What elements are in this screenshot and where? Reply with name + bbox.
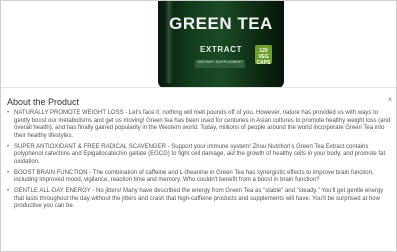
bullet-text: NATURALLY PROMOTE WEIGHT LOSS - Let's fa… <box>14 110 391 139</box>
bottle-label-strip-text: DIETARY SUPPLEMENT <box>197 59 243 64</box>
about-title: About the Product <box>7 97 80 107</box>
list-item: • GENTLE ALL-DAY ENERGY - No jitters! Ma… <box>7 188 391 211</box>
bullet-icon: • <box>7 169 10 176</box>
product-image[interactable]: GREEN TEA EXTRACT DIETARY SUPPLEMENT 120… <box>1 1 396 87</box>
bottle-label-subtitle: EXTRACT <box>200 45 242 54</box>
list-item: • NATURALLY PROMOTE WEIGHT LOSS - Let's … <box>7 110 391 140</box>
bullet-icon: • <box>7 110 10 116</box>
bullet-text: BOOST BRAIN FUNCTION - The combination o… <box>14 169 374 184</box>
close-icon[interactable]: × <box>386 96 394 104</box>
bullet-text: GENTLE ALL-DAY ENERGY - No jitters! Many… <box>14 187 384 210</box>
feature-bullet-list: • NATURALLY PROMOTE WEIGHT LOSS - Let's … <box>7 110 391 214</box>
bullet-icon: • <box>7 187 10 194</box>
bullet-text: SUPER ANTIOXIDANT & FREE RADICAL SCAVENG… <box>14 143 386 165</box>
list-item: • BOOST BRAIN FUNCTION - The combination… <box>7 170 391 185</box>
list-item: • SUPER ANTIOXIDANT & FREE RADICAL SCAVE… <box>7 144 391 167</box>
about-product-panel: About the Product × • NATURALLY PROMOTE … <box>1 87 396 251</box>
bottle-label-title: GREEN TEA <box>169 14 273 33</box>
product-detail-frame: GREEN TEA EXTRACT DIETARY SUPPLEMENT 120… <box>0 0 397 252</box>
about-header: About the Product × <box>1 88 396 108</box>
capsule-unit: VEG CAPS <box>256 54 271 66</box>
bullet-icon: • <box>7 143 10 150</box>
capsule-count-badge: 120 VEG CAPS <box>255 45 272 66</box>
